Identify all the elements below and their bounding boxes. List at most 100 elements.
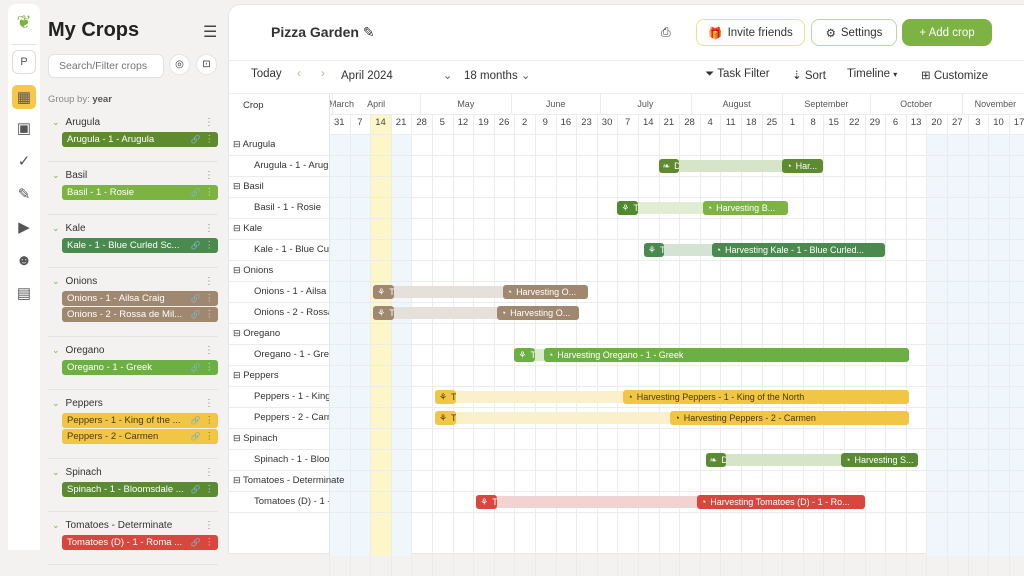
week-label[interactable]: 7 [618,117,638,128]
chevron-down-icon[interactable]: ⌄ [52,467,60,478]
week-label[interactable]: 18 [741,117,761,128]
collapse-icon[interactable]: ⊟ [233,475,241,485]
task-filter-button[interactable]: ⏷ Task Filter [705,68,770,81]
collapse-icon[interactable]: ⊟ [233,433,241,443]
harvest-bar[interactable]: ◔ Harvesting B... [702,201,789,215]
settings-button[interactable]: ⚙ Settings [811,19,897,46]
task-bar[interactable]: ⚘ T [476,495,497,509]
week-label[interactable]: 8 [803,117,823,128]
more-options-icon[interactable]: ⋮ [204,467,214,478]
video-tutorial-icon[interactable]: ▶ [12,215,36,239]
week-label[interactable]: 26 [494,117,514,128]
task-bar[interactable]: ⚘ T [373,285,394,299]
group-row-label[interactable]: ⊟ Peppers [233,370,279,381]
harvest-bar[interactable]: ◔ Har... [782,159,824,173]
week-label[interactable]: 22 [844,117,864,128]
week-label[interactable]: 10 [989,117,1009,128]
more-options-icon[interactable]: ⋮ [205,240,215,251]
crop-row-label[interactable]: Peppers - 1 - King [254,391,329,402]
more-options-icon[interactable]: ⋮ [204,520,214,531]
week-label[interactable]: 30 [597,117,617,128]
week-label[interactable]: 3 [968,117,988,128]
search-input[interactable] [48,54,164,78]
chevron-down-icon[interactable]: ⌄ [52,345,60,356]
harvest-bar[interactable]: ◔ Harvesting S... [841,453,918,467]
view-select[interactable]: Timeline ▾ [847,68,897,80]
next-icon[interactable]: › [321,68,325,80]
check-circle-icon[interactable]: ✓ [12,149,36,173]
task-bar[interactable]: ❧ D [658,159,680,173]
more-options-icon[interactable]: ⋮ [205,362,215,373]
harvest-bar[interactable]: ◔ Harvesting Tomatoes (D) - 1 - Ro... [696,495,865,509]
collapse-icon[interactable]: ⊟ [233,223,241,233]
crop-chip[interactable]: Basil - 1 - Rosie 🔗 ⋮ [62,185,218,200]
crop-row-label[interactable]: Peppers - 2 - Carm [254,412,329,423]
crop-chip[interactable]: Onions - 1 - Ailsa Craig 🔗 ⋮ [62,291,218,306]
crop-group-header[interactable]: ⌄ Basil ⋮ [48,165,218,185]
week-label[interactable]: 19 [474,117,494,128]
group-row-label[interactable]: ⊟ Basil [233,181,264,192]
crop-chip[interactable]: Oregano - 1 - Greek 🔗 ⋮ [62,360,218,375]
harvest-bar[interactable]: ◔ Harvesting Peppers - 1 - King of the No… [623,390,909,404]
crop-row-label[interactable]: Onions - 2 - Rossa [254,307,329,318]
week-label[interactable]: 27 [947,117,967,128]
week-label[interactable]: 17 [1009,117,1024,128]
chevron-down-icon[interactable]: ⌄ [52,276,60,287]
crop-chip[interactable]: Spinach - 1 - Bloomsdale ... 🔗 ⋮ [62,482,218,497]
group-row-label[interactable]: ⊟ Oregano [233,328,280,339]
crop-row-label[interactable]: Kale - 1 - Blue Cu [254,244,329,255]
crop-group-header[interactable]: ⌄ Arugula ⋮ [48,112,218,132]
week-label[interactable]: 23 [577,117,597,128]
more-options-icon[interactable]: ⋮ [205,134,215,145]
crop-row-label[interactable]: Arugula - 1 - Arug [254,160,329,171]
week-label[interactable]: 6 [886,117,906,128]
group-row-label[interactable]: ⊟ Arugula [233,139,275,150]
task-bar[interactable]: ⚘ T [373,306,394,320]
week-label[interactable]: 12 [453,117,473,128]
harvest-bar[interactable]: ◔ Harvesting Kale - 1 - Blue Curled... [711,243,886,257]
task-bar[interactable]: ⚘ T [617,201,638,215]
harvest-bar[interactable]: ◔ Harvesting Oregano - 1 - Greek [543,348,909,362]
dashboard-icon[interactable]: ▣ [12,116,36,140]
more-options-icon[interactable]: ⋮ [204,117,214,128]
location-icon[interactable]: ◎ [169,54,190,75]
week-label[interactable]: 31 [329,117,349,128]
collapse-icon[interactable]: ⊟ [233,181,241,191]
crop-group-header[interactable]: ⌄ Onions ⋮ [48,271,218,291]
task-bar[interactable]: ⚘ T [434,390,456,404]
more-options-icon[interactable]: ⋮ [204,398,214,409]
link-icon[interactable]: 🔗 [191,241,201,250]
week-label[interactable]: 20 [927,117,947,128]
week-label[interactable]: 21 [391,117,411,128]
crop-chip[interactable]: Kale - 1 - Blue Curled Sc... 🔗 ⋮ [62,238,218,253]
prev-icon[interactable]: ‹ [297,68,301,80]
crop-group-header[interactable]: ⌄ Kale ⋮ [48,218,218,238]
crop-chip[interactable]: Peppers - 2 - Carmen 🔗 ⋮ [62,429,218,444]
more-options-icon[interactable]: ⋮ [205,537,215,548]
task-bar[interactable]: ⚘ T [434,411,456,425]
customize-button[interactable]: ⊞ Customize [921,68,988,82]
hamburger-menu-icon[interactable]: ☰ [203,22,217,42]
week-label[interactable]: 11 [721,117,741,128]
link-icon[interactable]: 🔗 [191,485,201,494]
week-label[interactable]: 14 [371,117,391,128]
more-options-icon[interactable]: ⋮ [204,276,214,287]
crop-group-header[interactable]: ⌄ Oregano ⋮ [48,340,218,360]
week-label[interactable]: 29 [865,117,885,128]
edit-name-icon[interactable]: ✎ [363,24,375,40]
week-label[interactable]: 25 [762,117,782,128]
shop-icon[interactable]: ▤ [12,281,36,305]
week-label[interactable]: 16 [556,117,576,128]
crop-chip[interactable]: Onions - 2 - Rossa de Mil... 🔗 ⋮ [62,307,218,322]
crop-chip[interactable]: Peppers - 1 - King of the ... 🔗 ⋮ [62,413,218,428]
print-icon[interactable]: ⎙ [661,25,671,40]
link-icon[interactable]: 🔗 [191,432,201,441]
collapse-icon[interactable]: ⊟ [233,370,241,380]
group-row-label[interactable]: ⊟ Tomatoes - Determinate [233,475,344,486]
chevron-down-icon[interactable]: ⌄ [52,520,60,531]
profile-button[interactable]: P [12,50,36,74]
crop-chip[interactable]: Arugula - 1 - Arugula 🔗 ⋮ [62,132,218,147]
crop-group-header[interactable]: ⌄ Peppers ⋮ [48,393,218,413]
harvest-bar[interactable]: ◔ Harvesting O... [502,285,588,299]
harvest-bar[interactable]: ◔ Harvesting Peppers - 2 - Carmen [670,411,909,425]
